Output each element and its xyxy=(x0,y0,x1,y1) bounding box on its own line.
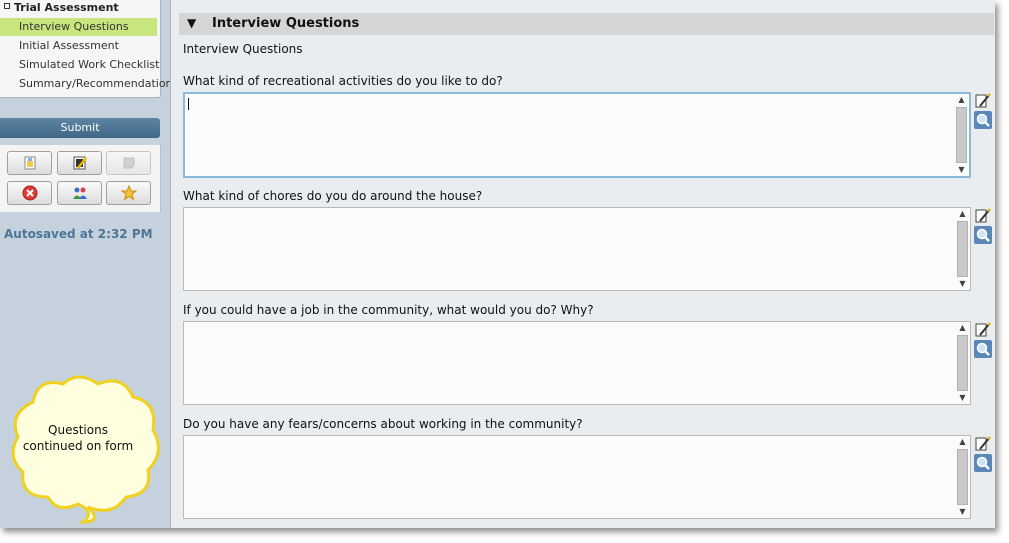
edit-document-icon xyxy=(73,156,87,170)
answer-field-4[interactable]: ▲ ▼ xyxy=(183,435,971,519)
edit-document-button[interactable] xyxy=(57,151,102,175)
section-nav: Trial Assessment Interview Questions Ini… xyxy=(0,0,178,98)
app-window: Trial Assessment Interview Questions Ini… xyxy=(0,0,995,528)
sidebar-item-summary-recommendations[interactable]: Summary/Recommendations xyxy=(0,75,178,93)
scroll-up-arrow-icon[interactable]: ▲ xyxy=(956,437,969,447)
scroll-up-arrow-icon[interactable]: ▲ xyxy=(955,95,968,105)
new-document-icon xyxy=(24,156,35,170)
scroll-thumb[interactable] xyxy=(957,335,968,391)
question-label-1: What kind of recreational activities do … xyxy=(183,74,503,88)
note-button[interactable] xyxy=(106,151,151,175)
delete-button[interactable] xyxy=(7,181,52,205)
spell-check-icon[interactable] xyxy=(974,207,992,225)
zoom-icon[interactable] xyxy=(974,226,992,244)
note-icon xyxy=(123,157,134,169)
nav-section-title-text: Trial Assessment xyxy=(14,1,119,14)
sidebar-item-initial-assessment[interactable]: Initial Assessment xyxy=(0,37,157,55)
sidebar-item-interview-questions[interactable]: Interview Questions xyxy=(0,18,157,36)
users-icon xyxy=(72,187,87,199)
answer-field-1[interactable]: ▲ ▼ xyxy=(183,92,971,178)
spell-check-icon[interactable] xyxy=(974,435,992,453)
section-title: Interview Questions xyxy=(212,16,360,31)
spell-check-icon[interactable] xyxy=(974,92,992,110)
scrollbar[interactable]: ▲ ▼ xyxy=(956,437,969,517)
scrollbar[interactable]: ▲ ▼ xyxy=(955,95,968,175)
action-toolbar xyxy=(0,145,161,212)
answer-field-3[interactable]: ▲ ▼ xyxy=(183,321,971,405)
scroll-down-arrow-icon[interactable]: ▼ xyxy=(956,507,969,517)
scroll-thumb[interactable] xyxy=(957,449,968,505)
question-label-2: What kind of chores do you do around the… xyxy=(183,189,483,203)
zoom-icon[interactable] xyxy=(974,340,992,358)
zoom-icon[interactable] xyxy=(974,111,992,129)
answer-field-2[interactable]: ▲ ▼ xyxy=(183,207,971,291)
callout-text: Questions continued on form xyxy=(8,422,148,454)
section-header[interactable]: ▼ Interview Questions xyxy=(179,13,994,35)
sidebar-item-simulated-work-checklist[interactable]: Simulated Work Checklist xyxy=(0,56,159,74)
scroll-down-arrow-icon[interactable]: ▼ xyxy=(956,393,969,403)
scroll-up-arrow-icon[interactable]: ▲ xyxy=(956,323,969,333)
scroll-down-arrow-icon[interactable]: ▼ xyxy=(955,165,968,175)
submit-button[interactable]: Submit xyxy=(0,118,160,138)
zoom-icon[interactable] xyxy=(974,454,992,472)
section-subheading: Interview Questions xyxy=(183,42,303,56)
question-label-4: Do you have any fears/concerns about wor… xyxy=(183,417,583,431)
users-button[interactable] xyxy=(57,181,102,205)
delete-icon xyxy=(22,185,37,201)
scroll-down-arrow-icon[interactable]: ▼ xyxy=(956,279,969,289)
question-label-3: If you could have a job in the community… xyxy=(183,303,594,317)
new-document-button[interactable] xyxy=(7,151,52,175)
collapse-bullet-icon xyxy=(4,3,10,9)
autosave-status: Autosaved at 2:32 PM xyxy=(4,227,153,241)
favorite-button[interactable] xyxy=(106,181,151,205)
nav-section-title[interactable]: Trial Assessment xyxy=(4,1,119,14)
scrollbar[interactable]: ▲ ▼ xyxy=(956,323,969,403)
scroll-up-arrow-icon[interactable]: ▲ xyxy=(956,209,969,219)
callout-line-2: continued on form xyxy=(22,439,134,453)
collapse-triangle-icon[interactable]: ▼ xyxy=(187,16,196,30)
favorite-star-icon xyxy=(120,185,137,201)
main-content: ▼ Interview Questions Interview Question… xyxy=(171,0,995,528)
spell-check-icon[interactable] xyxy=(974,321,992,339)
scrollbar[interactable]: ▲ ▼ xyxy=(956,209,969,289)
sidebar: Trial Assessment Interview Questions Ini… xyxy=(0,0,178,528)
scroll-thumb[interactable] xyxy=(956,107,967,163)
text-cursor xyxy=(188,98,189,110)
callout-line-1: Questions xyxy=(48,423,108,437)
scroll-thumb[interactable] xyxy=(957,221,968,277)
